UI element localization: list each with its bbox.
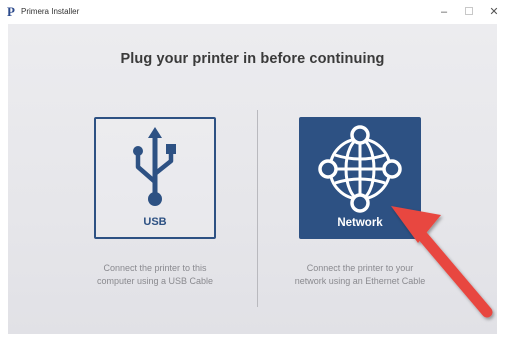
network-option-button[interactable]: Network — [299, 117, 421, 239]
page-heading: Plug your printer in before continuing — [120, 51, 385, 67]
usb-option-label: USB — [143, 216, 167, 228]
network-option-label: Network — [337, 217, 383, 229]
network-globe-icon — [318, 125, 402, 213]
network-option-description: Connect the printer to your network usin… — [270, 262, 450, 288]
usb-option-button[interactable]: USB — [94, 117, 216, 239]
app-logo: P — [7, 4, 15, 19]
title-bar: P Primera Installer – ✕ — [0, 0, 505, 24]
usb-option-description: Connect the printer to this computer usi… — [65, 262, 245, 288]
option-divider — [257, 110, 258, 307]
minimize-button[interactable]: – — [436, 4, 452, 20]
usb-description-line-1: Connect the printer to this — [103, 263, 207, 273]
usb-icon — [133, 127, 176, 206]
network-description-line-1: Connect the printer to your — [306, 263, 414, 273]
usb-description-line-2: computer using a USB Cable — [96, 276, 214, 286]
installer-window: P Primera Installer – ✕ Plug your printe… — [0, 0, 505, 341]
close-button[interactable]: ✕ — [486, 4, 502, 20]
network-description-line-2: network using an Ethernet Cable — [294, 276, 426, 286]
maximize-button[interactable] — [461, 4, 477, 20]
maximize-icon — [465, 7, 473, 16]
window-title: Primera Installer — [21, 7, 80, 16]
